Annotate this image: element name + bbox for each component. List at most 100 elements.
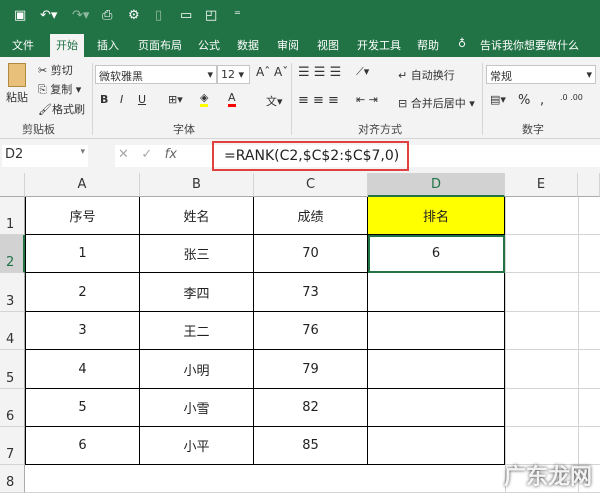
table-cell[interactable]: 4 (25, 350, 140, 389)
table-cell[interactable]: 3 (25, 312, 140, 350)
underline-button[interactable]: U (138, 93, 146, 106)
font-size-select[interactable]: 12 ▾ (217, 65, 250, 84)
indent-icon[interactable]: ⇤ ⇥ (356, 93, 378, 106)
table-cell[interactable] (368, 350, 505, 389)
phonetic-icon[interactable]: 文▾ (266, 93, 283, 109)
font-name-select[interactable]: 微软雅黑 ▾ (95, 65, 217, 84)
header-cell[interactable]: 姓名 (140, 197, 254, 235)
tab-page-layout[interactable]: 页面布局 (138, 37, 182, 53)
table-cell[interactable]: 82 (254, 389, 368, 427)
tab-home[interactable]: 开始 (50, 34, 84, 57)
customize-icon[interactable]: ⁼ (234, 8, 241, 23)
table-cell[interactable]: 王二 (140, 312, 254, 350)
table-cell[interactable]: 6 (25, 427, 140, 465)
watermark: 广东龙网 (503, 465, 592, 490)
tab-developer[interactable]: 开发工具 (357, 37, 401, 53)
table-cell[interactable]: 5 (25, 389, 140, 427)
paste-button[interactable]: 粘贴 (6, 89, 28, 105)
borders-icon[interactable]: ⊞▾ (168, 93, 183, 106)
tab-review[interactable]: 审阅 (277, 37, 299, 53)
row-header-1[interactable]: 1 (0, 197, 25, 235)
print-preview-icon[interactable]: ⎙ (102, 8, 112, 23)
cut-button[interactable]: ✂ 剪切 (38, 62, 73, 78)
row-header-6[interactable]: 6 (0, 389, 25, 427)
table-cell[interactable]: 1 (25, 235, 140, 273)
table-cell[interactable] (368, 389, 505, 427)
tab-file[interactable]: 文件 (12, 37, 34, 53)
align-center-icon[interactable]: ≡ ≡ ≡ (298, 93, 339, 108)
format-painter-button[interactable]: 🖌格式刷 (38, 101, 85, 117)
title-bar: ▣ ↶▾ ↷▾ ⎙ ⚙ ▯ ▭ ◰ ⁼ (0, 0, 600, 32)
macro-icon[interactable]: ⚙ (128, 8, 140, 23)
clipboard-icon[interactable]: ▯ (155, 8, 162, 23)
font-color-icon[interactable]: A (228, 91, 236, 107)
header-cell[interactable]: 排名 (368, 197, 505, 235)
format-painter-label: 格式刷 (51, 103, 85, 116)
table-cell[interactable]: 2 (25, 273, 140, 312)
table-cell[interactable]: 张三 (140, 235, 254, 273)
table-cell[interactable]: 85 (254, 427, 368, 465)
increase-font-icon[interactable]: Aˆ Aˇ (256, 65, 288, 79)
fill-color-icon[interactable]: ◈ (200, 91, 209, 107)
paste-icon[interactable] (8, 63, 26, 87)
table-cell[interactable]: 小明 (140, 350, 254, 389)
table-cell[interactable] (368, 427, 505, 465)
percent-button[interactable]: % (518, 93, 530, 108)
table-cell[interactable]: 73 (254, 273, 368, 312)
column-header-f[interactable] (578, 173, 600, 197)
row-header-7[interactable]: 7 (0, 427, 25, 465)
header-cell[interactable]: 序号 (25, 197, 140, 235)
copy-button[interactable]: ⎘ 复制 ▾ (38, 81, 81, 97)
save-icon[interactable]: ▣ (14, 8, 26, 23)
table-cell[interactable]: 李四 (140, 273, 254, 312)
tab-formulas[interactable]: 公式 (198, 37, 220, 53)
comment-settings-icon[interactable]: ◰ (205, 8, 217, 23)
align-top-icon[interactable]: ☰ ☰ ☰ (298, 65, 341, 80)
column-header-d[interactable]: D (368, 173, 505, 197)
row-header-2[interactable]: 2 (0, 235, 25, 273)
name-box[interactable]: D2 ▾ (2, 145, 88, 167)
number-format-select[interactable]: 常规 ▾ (486, 65, 596, 84)
wrap-text-button[interactable]: ↵ 自动换行 (398, 67, 455, 83)
table-cell[interactable]: 小平 (140, 427, 254, 465)
table-cell[interactable]: 小雪 (140, 389, 254, 427)
row-header-5[interactable]: 5 (0, 350, 25, 389)
tab-view[interactable]: 视图 (317, 37, 339, 53)
enter-icon[interactable]: ✓ (141, 147, 152, 162)
function-icon[interactable]: fx (165, 147, 177, 162)
column-header-c[interactable]: C (254, 173, 368, 197)
undo-icon[interactable]: ↶▾ (40, 8, 57, 23)
formula-input[interactable]: =RANK(C2,$C$2:$C$7,0) (212, 141, 409, 171)
column-header-b[interactable]: B (140, 173, 254, 197)
comma-button[interactable]: , (540, 93, 544, 108)
table-cell[interactable] (368, 312, 505, 350)
orientation-icon[interactable]: ⟋▾ (356, 65, 369, 79)
merge-center-button[interactable]: ⊟ 合并后居中 ▾ (398, 95, 475, 111)
table-cell[interactable] (368, 273, 505, 312)
row-header-4[interactable]: 4 (0, 312, 25, 350)
tab-help[interactable]: 帮助 (417, 37, 439, 53)
tab-data[interactable]: 数据 (237, 37, 259, 53)
tab-insert[interactable]: 插入 (97, 37, 119, 53)
header-cell[interactable]: 成绩 (254, 197, 368, 235)
redo-icon[interactable]: ↷▾ (72, 8, 89, 23)
comment-icon[interactable]: ▭ (180, 8, 192, 23)
column-header-a[interactable]: A (25, 173, 140, 197)
tell-me-search[interactable]: 告诉我你想要做什么 (480, 37, 579, 53)
row-header-8[interactable]: 8 (0, 465, 25, 493)
cancel-icon[interactable]: ✕ (118, 147, 129, 162)
table-cell[interactable]: 6 (368, 235, 505, 273)
bold-button[interactable]: B (100, 93, 108, 106)
column-header-e[interactable]: E (505, 173, 578, 197)
italic-button[interactable]: I (120, 93, 123, 106)
decimal-icon[interactable]: .0 .00 (560, 93, 583, 102)
table-cell[interactable]: 76 (254, 312, 368, 350)
gridline (505, 197, 506, 493)
currency-icon[interactable]: ▤▾ (490, 93, 506, 106)
select-all-button[interactable] (0, 173, 25, 197)
table-cell[interactable]: 70 (254, 235, 368, 273)
row-header-3[interactable]: 3 (0, 273, 25, 312)
table-cell[interactable]: 79 (254, 350, 368, 389)
gridline (505, 388, 600, 389)
ribbon: 粘贴 ✂ 剪切 ⎘ 复制 ▾ 🖌格式刷 剪贴板 微软雅黑 ▾ 12 ▾ Aˆ Aˇ… (0, 57, 600, 139)
